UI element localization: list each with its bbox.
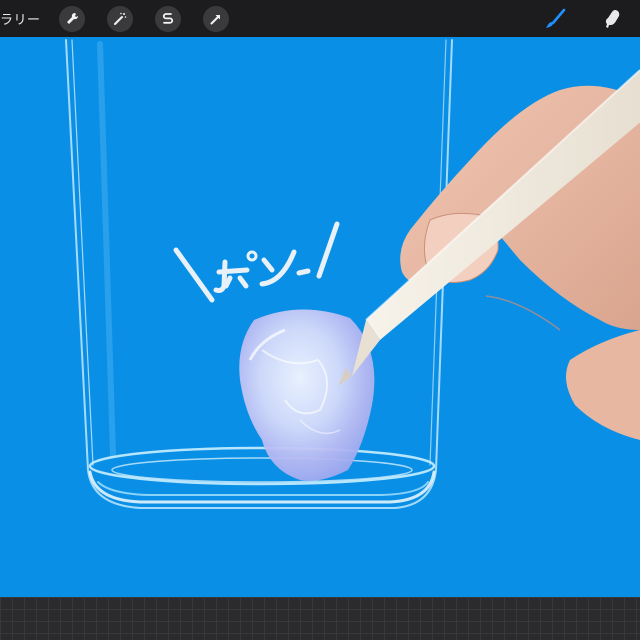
transform-button[interactable] [203, 6, 229, 32]
adjustments-button[interactable] [107, 6, 133, 32]
arrow-transform-icon [210, 15, 220, 25]
wrench-icon [67, 12, 79, 24]
magic-wand-icon [114, 12, 127, 25]
brush-button[interactable] [541, 5, 569, 33]
handwritten-text-graphic [173, 221, 340, 303]
selection-button[interactable] [155, 6, 181, 32]
top-toolbar: ラリー [0, 0, 640, 37]
brush-icon [546, 8, 566, 28]
drawing-canvas[interactable] [0, 37, 640, 597]
gallery-button[interactable]: ラリー [0, 9, 41, 28]
selection-s-icon [162, 13, 174, 24]
smudge-icon [605, 10, 620, 28]
canvas-artwork [65, 39, 640, 509]
ice-cube-illustration [239, 309, 375, 481]
smudge-button[interactable] [599, 5, 627, 33]
glass-illustration [65, 39, 453, 509]
actions-button[interactable] [59, 6, 85, 32]
bottom-panel [0, 597, 640, 640]
